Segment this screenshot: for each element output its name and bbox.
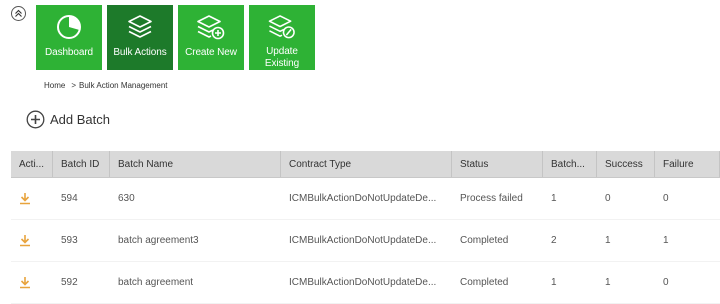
tile-update-existing-label: Update Existing bbox=[264, 46, 300, 69]
action-cell bbox=[11, 262, 53, 303]
column-header-status[interactable]: Status bbox=[452, 151, 543, 177]
failure-cell: 0 bbox=[663, 193, 669, 204]
breadcrumb: Home > Bulk Action Management bbox=[44, 81, 168, 90]
tile-create-new-label: Create New bbox=[185, 47, 237, 58]
success-cell: 0 bbox=[605, 193, 611, 204]
batch-name-cell: 630 bbox=[118, 193, 135, 204]
column-header-success[interactable]: Success bbox=[597, 151, 655, 177]
contract-type-cell: ICMBulkActionDoNotUpdateDe... bbox=[289, 277, 437, 288]
add-batch-button[interactable]: Add Batch bbox=[26, 110, 110, 129]
table-row[interactable]: 594 630 ICMBulkActionDoNotUpdateDe... Pr… bbox=[11, 178, 720, 220]
plus-circle-icon bbox=[26, 110, 45, 129]
contract-type-cell: ICMBulkActionDoNotUpdateDe... bbox=[289, 235, 437, 246]
tile-create-new[interactable]: Create New bbox=[178, 5, 244, 70]
download-icon[interactable] bbox=[19, 192, 31, 205]
status-cell: Completed bbox=[460, 277, 509, 288]
double-chevron-up-icon bbox=[15, 9, 22, 17]
batch-name-cell: batch agreement3 bbox=[118, 235, 199, 246]
success-cell: 1 bbox=[605, 277, 611, 288]
batch-id-cell: 593 bbox=[61, 235, 78, 246]
success-cell: 1 bbox=[605, 235, 611, 246]
column-header-contract-type[interactable]: Contract Type bbox=[281, 151, 452, 177]
batch-id-cell: 592 bbox=[61, 277, 78, 288]
table-row[interactable]: 593 batch agreement3 ICMBulkActionDoNotU… bbox=[11, 220, 720, 262]
batch-count-cell: 1 bbox=[551, 277, 557, 288]
column-header-batch-count[interactable]: Batch... bbox=[543, 151, 597, 177]
layers-add-icon bbox=[197, 15, 225, 40]
tile-bulk-actions-label: Bulk Actions bbox=[113, 47, 167, 58]
tile-bulk-actions[interactable]: Bulk Actions bbox=[107, 5, 173, 70]
action-cell bbox=[11, 220, 53, 261]
layers-edit-icon bbox=[268, 15, 295, 39]
status-cell: Completed bbox=[460, 235, 509, 246]
batch-count-cell: 2 bbox=[551, 235, 557, 246]
failure-cell: 0 bbox=[663, 277, 669, 288]
pie-chart-icon bbox=[57, 15, 81, 39]
action-cell bbox=[11, 178, 53, 219]
add-batch-label: Add Batch bbox=[50, 112, 110, 127]
column-header-failure[interactable]: Failure bbox=[655, 151, 720, 177]
breadcrumb-home-link[interactable]: Home bbox=[44, 81, 65, 90]
download-icon[interactable] bbox=[19, 234, 31, 247]
tile-update-existing[interactable]: Update Existing bbox=[249, 5, 315, 70]
breadcrumb-current: Bulk Action Management bbox=[79, 81, 168, 90]
tile-dashboard[interactable]: Dashboard bbox=[36, 5, 102, 70]
batch-name-cell: batch agreement bbox=[118, 277, 194, 288]
batch-grid: Acti... Batch ID Batch Name Contract Typ… bbox=[11, 151, 720, 304]
column-header-batch-name[interactable]: Batch Name bbox=[110, 151, 281, 177]
toolbar-tiles: Dashboard Bulk Actions Create New Update… bbox=[36, 5, 320, 70]
tile-dashboard-label: Dashboard bbox=[44, 47, 94, 58]
table-row[interactable]: 592 batch agreement ICMBulkActionDoNotUp… bbox=[11, 262, 720, 304]
column-header-batch-id[interactable]: Batch ID bbox=[53, 151, 110, 177]
download-icon[interactable] bbox=[19, 276, 31, 289]
grid-header: Acti... Batch ID Batch Name Contract Typ… bbox=[11, 151, 720, 178]
failure-cell: 1 bbox=[663, 235, 669, 246]
contract-type-cell: ICMBulkActionDoNotUpdateDe... bbox=[289, 193, 437, 204]
breadcrumb-separator: > bbox=[71, 81, 77, 90]
column-header-actions[interactable]: Acti... bbox=[11, 151, 53, 177]
collapse-toolbar-button[interactable] bbox=[11, 6, 26, 21]
layers-icon bbox=[128, 15, 152, 38]
batch-id-cell: 594 bbox=[61, 193, 78, 204]
batch-count-cell: 1 bbox=[551, 193, 557, 204]
status-cell: Process failed bbox=[460, 193, 523, 204]
